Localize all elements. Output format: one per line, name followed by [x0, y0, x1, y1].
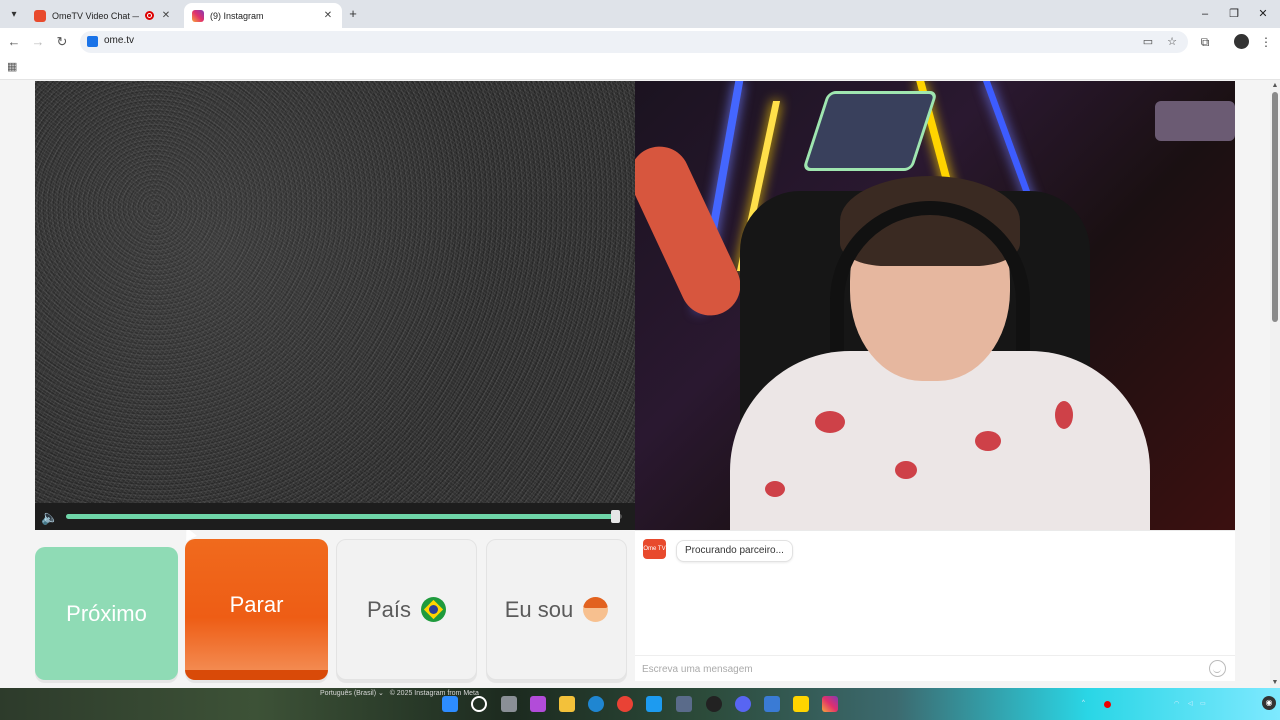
country-button[interactable]: País: [336, 539, 477, 680]
search-icon[interactable]: [471, 696, 487, 712]
tab-strip: ▾ OmeTV Video Chat — Ome ✕ (9) Instagram…: [0, 0, 1280, 28]
tray-chevron-icon[interactable]: ^: [1082, 700, 1085, 706]
brazil-flag-icon: [421, 597, 447, 622]
menu-icon[interactable]: ⋮: [1258, 34, 1274, 50]
tab-title: (9) Instagram: [210, 10, 264, 21]
blood-stain: [765, 481, 785, 497]
scroll-down-icon[interactable]: ▼: [1270, 679, 1280, 686]
language-selector[interactable]: Português (Brasil): [320, 690, 376, 697]
apps-grid-icon[interactable]: ▦: [7, 61, 19, 73]
close-window-icon[interactable]: ✕: [1253, 6, 1273, 22]
recording-icon: [145, 11, 154, 20]
gender-button-label: Eu sou: [504, 596, 574, 622]
file-explorer-icon[interactable]: [559, 696, 575, 712]
battery-icon[interactable]: ▭: [1200, 700, 1206, 707]
new-tab-button[interactable]: +: [345, 6, 361, 22]
copilot-icon[interactable]: [530, 696, 546, 712]
volume-thumb[interactable]: [611, 510, 621, 523]
blood-stain: [895, 461, 917, 479]
shelf: [1155, 101, 1235, 141]
self-video: [635, 81, 1235, 530]
taskbar: Português (Brasil) ⌄ © 2025 Instagram fr…: [0, 688, 1280, 720]
chat-input-bar: [635, 655, 1235, 681]
country-button-label: País: [366, 596, 412, 622]
profile-avatar[interactable]: [1234, 34, 1249, 49]
scroll-thumb[interactable]: [1272, 92, 1278, 322]
blood-stain: [815, 411, 845, 433]
recording-indicator-icon[interactable]: [1104, 701, 1111, 708]
close-icon[interactable]: ✕: [160, 10, 172, 21]
bookmarks-bar: ▦: [0, 56, 1280, 80]
browser-toolbar: ← → ↻ ome.tv ▭ ☆ ⧉ ⋮: [0, 28, 1280, 56]
reload-icon[interactable]: ↻: [54, 34, 70, 50]
emoji-icon[interactable]: [1209, 660, 1226, 677]
volume-control: 🔈: [35, 503, 635, 530]
wifi-icon[interactable]: ◠: [1174, 700, 1179, 707]
restore-icon[interactable]: ❐: [1224, 6, 1244, 22]
volume-fill: [66, 514, 617, 519]
boy-emoji-icon: [583, 597, 609, 622]
chrome-icon[interactable]: [617, 696, 633, 712]
cast-icon[interactable]: ▭: [1140, 34, 1156, 50]
extensions-icon[interactable]: ⧉: [1197, 34, 1213, 50]
discord-icon[interactable]: [735, 696, 751, 712]
warning-icon[interactable]: [793, 696, 809, 712]
instagram-icon: [192, 9, 204, 22]
prop-arm: [635, 136, 751, 326]
tab-search-icon[interactable]: ▾: [6, 6, 22, 22]
blood-stain: [1055, 401, 1073, 429]
status-message: Procurando parceiro...: [676, 540, 793, 562]
obs-icon[interactable]: [706, 696, 722, 712]
tab-ometv[interactable]: OmeTV Video Chat — Ome ✕: [26, 3, 180, 28]
ometv-logo-icon: Ome TV: [643, 539, 666, 559]
ometv-icon: [34, 9, 46, 22]
scroll-up-icon[interactable]: ▲: [1270, 82, 1280, 89]
back-icon[interactable]: ←: [6, 34, 22, 50]
minimize-icon[interactable]: –: [1195, 6, 1215, 22]
calculator-icon[interactable]: [646, 696, 662, 712]
gender-button[interactable]: Eu sou: [486, 539, 627, 680]
message-input[interactable]: [642, 660, 1202, 678]
stop-button[interactable]: Parar: [185, 539, 328, 680]
app-icon[interactable]: [676, 696, 692, 712]
bookmark-star-icon[interactable]: ☆: [1164, 34, 1180, 50]
volume-tray-icon[interactable]: ◁: [1188, 700, 1193, 707]
tab-instagram[interactable]: (9) Instagram ✕: [184, 3, 342, 28]
windows-start-icon[interactable]: [442, 696, 458, 712]
next-button-label: Próximo: [66, 600, 147, 626]
next-button[interactable]: Próximo: [35, 547, 178, 680]
instagram-app-icon[interactable]: [822, 696, 838, 712]
wall-logo: [802, 91, 938, 171]
tab-title: OmeTV Video Chat — Ome: [52, 10, 139, 21]
forward-icon[interactable]: →: [30, 34, 46, 50]
copyright-text: © 2025 Instagram from Meta: [389, 690, 479, 697]
app-icon[interactable]: [764, 696, 780, 712]
notification-icon[interactable]: ◉: [1262, 696, 1276, 710]
task-view-icon[interactable]: [501, 696, 517, 712]
address-bar[interactable]: ome.tv ▭ ☆: [80, 31, 1188, 53]
partner-video: [35, 81, 635, 541]
chat-panel: Ome TV Procurando parceiro...: [635, 530, 1235, 681]
video-static-noise: [35, 81, 635, 503]
edge-icon[interactable]: [588, 696, 604, 712]
url-text: ome.tv: [104, 35, 135, 46]
stop-button-label: Parar: [229, 591, 284, 617]
volume-slider[interactable]: [66, 510, 622, 523]
site-info-icon[interactable]: [87, 36, 98, 47]
close-icon[interactable]: ✕: [322, 10, 334, 21]
speaker-icon[interactable]: 🔈: [41, 509, 61, 525]
page-scrollbar[interactable]: ▲ ▼: [1270, 80, 1280, 688]
blood-stain: [975, 431, 1001, 451]
